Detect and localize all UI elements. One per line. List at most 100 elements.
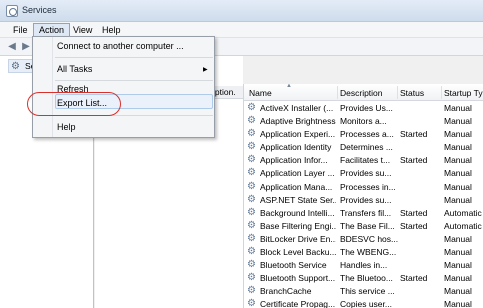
gear-icon: ⚙	[11, 61, 20, 72]
service-description: The Bluetoo...	[340, 273, 393, 284]
service-startup-type: Manual	[444, 168, 472, 179]
service-status	[400, 195, 440, 206]
service-description: Provides su...	[340, 194, 392, 205]
service-startup-type: Manual	[444, 129, 472, 140]
service-status: Started	[400, 129, 428, 140]
service-startup-type: Manual	[444, 116, 472, 127]
service-name: Bluetooth Support...	[260, 273, 336, 284]
service-startup-type: Manual	[444, 233, 472, 244]
menu-view[interactable]: View	[68, 23, 97, 37]
service-gear-icon: ⚙	[247, 285, 256, 297]
service-description: Facilitates t...	[340, 155, 391, 166]
back-arrow-icon[interactable]: ◀	[6, 41, 18, 53]
service-name: Application Experi...	[260, 129, 336, 140]
column-header-startup-type[interactable]: Startup Typ	[444, 88, 483, 98]
service-name: Certificate Propag...	[260, 299, 336, 308]
service-status	[400, 234, 440, 245]
list-header: ▲ Name Description Status Startup Typ	[244, 84, 483, 101]
service-description: Processes a...	[340, 129, 394, 140]
service-status	[400, 103, 440, 114]
service-status	[400, 260, 440, 271]
service-status	[400, 247, 440, 258]
service-status	[400, 142, 440, 153]
table-row[interactable]: ⚙ Background Intelli... Transfers fil... St…	[244, 206, 483, 219]
service-startup-type: Manual	[444, 142, 472, 153]
service-gear-icon: ⚙	[247, 272, 256, 284]
title-bar: Services	[0, 0, 483, 22]
menu-item-help[interactable]: Help	[57, 121, 76, 134]
service-status	[400, 116, 440, 127]
service-status: Started	[400, 207, 428, 218]
table-row[interactable]: ⚙ BranchCache This service ... Manual	[244, 284, 483, 297]
service-startup-type: Manual	[444, 260, 472, 271]
table-row[interactable]: ⚙ Base Filtering Engi... The Base Fil... St…	[244, 219, 483, 232]
submenu-arrow-icon: ▶	[203, 67, 208, 73]
service-gear-icon: ⚙	[247, 128, 256, 140]
service-gear-icon: ⚙	[247, 246, 256, 258]
menu-separator	[55, 57, 213, 58]
services-app-icon	[6, 5, 18, 17]
service-name: BranchCache	[260, 286, 312, 297]
menu-action[interactable]: Action	[33, 23, 71, 37]
service-name: Application Layer ...	[260, 168, 335, 179]
column-header-name[interactable]: Name	[249, 88, 334, 98]
service-startup-type: Manual	[444, 181, 472, 192]
table-row[interactable]: ⚙ Bluetooth Support... The Bluetoo... Start…	[244, 271, 483, 284]
table-row[interactable]: ⚙ Application Infor... Facilitates t... Sta…	[244, 153, 483, 166]
table-row[interactable]: ⚙ Application Mana... Processes in... Manua…	[244, 180, 483, 193]
menu-item-all-tasks[interactable]: All Tasks	[57, 63, 92, 76]
menu-icon-gutter	[33, 37, 53, 137]
column-divider[interactable]	[397, 86, 398, 99]
table-row[interactable]: ⚙ Block Level Backu... The WBENG... Manual	[244, 245, 483, 258]
highlight-annotation	[27, 92, 121, 116]
service-gear-icon: ⚙	[247, 167, 256, 179]
forward-arrow-icon[interactable]: ▶	[20, 41, 32, 53]
service-description: Transfers fil...	[340, 207, 392, 218]
service-name: Bluetooth Service	[260, 260, 327, 271]
menu-separator	[55, 80, 213, 81]
service-description: Provides su...	[340, 168, 392, 179]
action-menu-dropdown: Connect to another computer ... All Task…	[32, 36, 215, 138]
menu-help[interactable]: Help	[97, 23, 126, 37]
service-gear-icon: ⚙	[247, 102, 256, 113]
table-row[interactable]: ⚙ ASP.NET State Ser... Provides su... Manua…	[244, 193, 483, 206]
service-status: Started	[400, 220, 428, 231]
service-status: Started	[400, 155, 428, 166]
service-name: Block Level Backu...	[260, 247, 336, 258]
service-name: Application Mana...	[260, 181, 333, 192]
table-row[interactable]: ⚙ BitLocker Drive En... BDESVC hos... Manua…	[244, 232, 483, 245]
service-name: ActiveX Installer (...	[260, 103, 334, 113]
service-description: BDESVC hos...	[340, 233, 398, 244]
service-gear-icon: ⚙	[247, 219, 256, 231]
service-description: The WBENG...	[340, 247, 397, 258]
column-header-description[interactable]: Description	[340, 88, 396, 98]
service-status	[400, 168, 440, 179]
table-row[interactable]: ⚙ Application Layer ... Provides su... Manu…	[244, 166, 483, 179]
table-row[interactable]: ⚙ Certificate Propag... Copies user... Manu…	[244, 297, 483, 308]
table-row[interactable]: ⚙ ActiveX Installer (... Provides Us... Man…	[244, 101, 483, 114]
service-gear-icon: ⚙	[247, 232, 256, 244]
service-startup-type: Manual	[444, 286, 472, 297]
service-description: Copies user...	[340, 299, 392, 308]
service-rows: ⚙ ActiveX Installer (... Provides Us... Man…	[244, 101, 483, 308]
column-divider[interactable]	[337, 86, 338, 99]
service-description: Provides Us...	[340, 103, 393, 113]
column-header-status[interactable]: Status	[400, 88, 440, 98]
table-row[interactable]: ⚙ Application Experi... Processes a... Star…	[244, 127, 483, 140]
table-row[interactable]: ⚙ Application Identity Determines ... Manua…	[244, 140, 483, 153]
service-name: Adaptive Brightness	[260, 116, 336, 127]
column-divider[interactable]	[441, 86, 442, 99]
menu-file[interactable]: File	[8, 23, 33, 37]
service-name: Background Intelli...	[260, 207, 335, 218]
menu-item-connect[interactable]: Connect to another computer ...	[57, 40, 184, 53]
table-row[interactable]: ⚙ Adaptive Brightness Monitors a... Manual	[244, 114, 483, 127]
service-startup-type: Manual	[444, 155, 472, 166]
service-startup-type: Automatic	[444, 220, 482, 231]
service-startup-type: Manual	[444, 103, 472, 113]
table-row[interactable]: ⚙ Bluetooth Service Handles in... Manual	[244, 258, 483, 271]
service-status	[400, 299, 440, 308]
service-status: Started	[400, 273, 428, 284]
service-startup-type: Manual	[444, 273, 472, 284]
service-gear-icon: ⚙	[247, 115, 256, 127]
service-name: BitLocker Drive En...	[260, 233, 336, 244]
